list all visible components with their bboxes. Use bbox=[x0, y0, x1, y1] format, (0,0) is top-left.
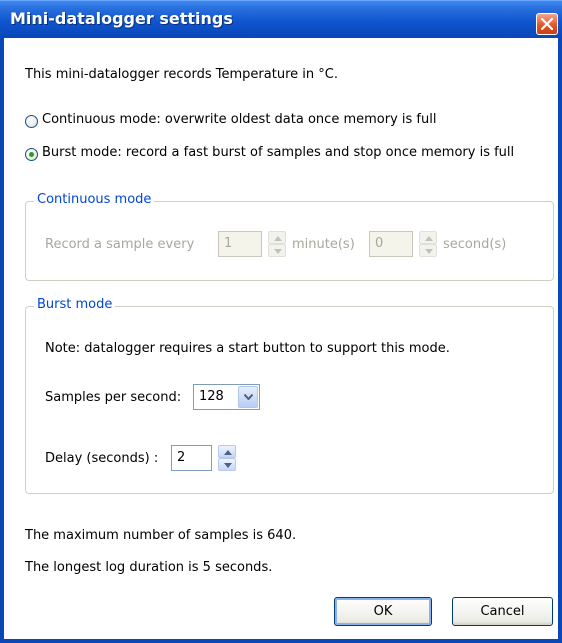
max-samples-text: The maximum number of samples is 640. bbox=[25, 528, 297, 543]
samples-per-second-select[interactable]: 128 bbox=[193, 384, 260, 410]
chevron-down-icon bbox=[244, 394, 253, 400]
delay-stepper[interactable] bbox=[218, 445, 236, 471]
seconds-input[interactable]: 0 bbox=[369, 231, 413, 257]
continuous-group-title: Continuous mode bbox=[34, 192, 155, 207]
chevron-down-icon bbox=[224, 463, 232, 468]
title-bar[interactable]: Mini-datalogger settings bbox=[0, 0, 562, 38]
radio-selected-dot bbox=[29, 152, 34, 157]
burst-note-text: Note: datalogger requires a start button… bbox=[45, 341, 450, 356]
samples-per-second-label: Samples per second: bbox=[45, 390, 182, 405]
window-frame-right bbox=[558, 38, 562, 643]
minutes-input[interactable]: 1 bbox=[218, 231, 262, 257]
window-frame-left bbox=[0, 38, 4, 643]
minutes-down-button[interactable] bbox=[268, 244, 286, 257]
cancel-button[interactable]: Cancel bbox=[452, 597, 553, 626]
seconds-unit-label: second(s) bbox=[443, 237, 507, 252]
burst-mode-radio[interactable] bbox=[25, 148, 38, 161]
minutes-unit-label: minute(s) bbox=[292, 237, 355, 252]
minutes-up-button[interactable] bbox=[268, 231, 286, 244]
seconds-stepper[interactable] bbox=[419, 231, 437, 257]
minutes-stepper[interactable] bbox=[268, 231, 286, 257]
chevron-down-icon bbox=[425, 249, 433, 254]
chevron-down-icon bbox=[274, 249, 282, 254]
continuous-mode-radio[interactable] bbox=[25, 115, 38, 128]
dropdown-button[interactable] bbox=[238, 386, 258, 408]
settings-dialog: Mini-datalogger settings This mini-datal… bbox=[0, 0, 562, 643]
delay-down-button[interactable] bbox=[218, 458, 236, 471]
close-icon bbox=[541, 18, 553, 30]
intro-text: This mini-datalogger records Temperature… bbox=[25, 67, 338, 82]
samples-per-second-value: 128 bbox=[199, 389, 224, 404]
window-title: Mini-datalogger settings bbox=[10, 9, 233, 28]
seconds-down-button[interactable] bbox=[419, 244, 437, 257]
burst-group-title: Burst mode bbox=[34, 297, 116, 312]
record-sample-label: Record a sample every bbox=[45, 237, 195, 252]
ok-button[interactable]: OK bbox=[334, 597, 432, 626]
burst-mode-label[interactable]: Burst mode: record a fast burst of sampl… bbox=[42, 145, 514, 160]
delay-up-button[interactable] bbox=[218, 445, 236, 458]
close-button[interactable] bbox=[536, 13, 558, 35]
seconds-up-button[interactable] bbox=[419, 231, 437, 244]
delay-input[interactable]: 2 bbox=[171, 445, 212, 471]
chevron-up-icon bbox=[274, 236, 282, 241]
delay-label: Delay (seconds) : bbox=[45, 451, 159, 466]
continuous-mode-label[interactable]: Continuous mode: overwrite oldest data o… bbox=[42, 112, 436, 127]
chevron-up-icon bbox=[224, 450, 232, 455]
window-frame-bottom bbox=[0, 639, 562, 643]
chevron-up-icon bbox=[425, 236, 433, 241]
longest-duration-text: The longest log duration is 5 seconds. bbox=[25, 560, 273, 575]
